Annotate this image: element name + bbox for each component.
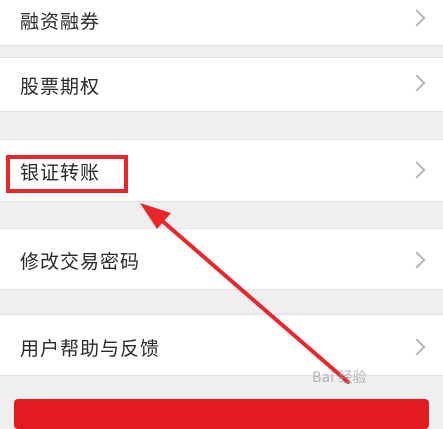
annotation-arrow [140,203,350,384]
watermark-text: Bai 经验 [312,370,367,386]
watermark: Bai 经验 [312,367,367,387]
